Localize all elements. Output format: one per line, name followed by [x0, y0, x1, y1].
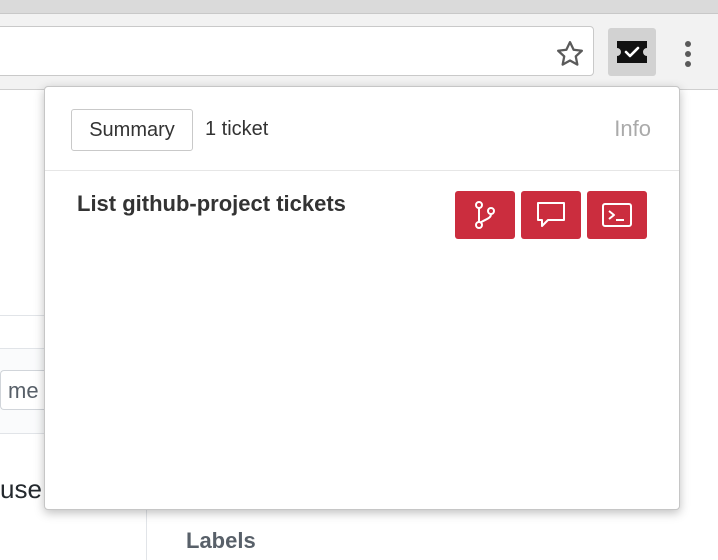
browser-tab-strip	[0, 0, 718, 14]
info-link[interactable]: Info	[614, 116, 651, 142]
labels-heading: Labels	[186, 528, 256, 553]
page-divider	[0, 315, 44, 316]
extension-button[interactable]	[608, 28, 656, 76]
branch-button[interactable]	[455, 191, 515, 239]
terminal-icon	[602, 203, 632, 227]
comment-button[interactable]	[521, 191, 581, 239]
summary-button[interactable]: Summary	[71, 109, 193, 151]
ticket-title: List github-project tickets	[77, 191, 346, 216]
ticket-check-icon	[617, 41, 647, 63]
terminal-button[interactable]	[587, 191, 647, 239]
ticket-count: 1 ticket	[205, 118, 269, 140]
bookmark-star-icon[interactable]	[551, 35, 589, 73]
page-text-fragment: use	[0, 474, 42, 504]
ticket-actions	[455, 191, 647, 239]
comment-icon	[537, 202, 565, 227]
page-search-fragment: me	[8, 378, 39, 403]
browser-toolbar	[0, 14, 718, 90]
popup-header: Summary 1 ticket Info	[45, 87, 679, 171]
ticket-row: List github-project tickets	[45, 171, 679, 255]
git-branch-icon	[475, 201, 495, 229]
browser-menu-icon[interactable]	[676, 36, 700, 72]
page-column-divider	[146, 508, 147, 560]
extension-popup: Summary 1 ticket Info List github-projec…	[44, 86, 680, 510]
address-bar[interactable]	[0, 26, 594, 76]
